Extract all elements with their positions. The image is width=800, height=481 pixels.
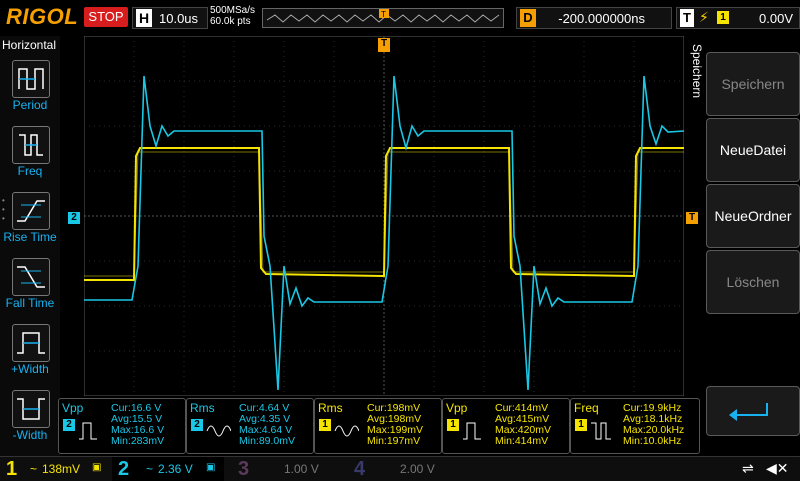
return-arrow-icon: [729, 403, 768, 421]
measurement-min: Min:197mV: [367, 435, 421, 447]
trigger-position-marker[interactable]: T: [378, 38, 390, 52]
run-stop-indicator[interactable]: STOP: [84, 7, 128, 27]
timebase-box[interactable]: H 10.0us: [132, 7, 208, 29]
channel-3-status[interactable]: 3 1.00 V: [228, 457, 340, 481]
measure-positive-width-button[interactable]: +Width: [0, 318, 60, 384]
trigger-level-marker[interactable]: T: [686, 212, 698, 224]
new-folder-button[interactable]: NeueOrdner: [706, 184, 800, 248]
channel-scale: 2.36 V: [158, 462, 193, 476]
channel-number: 1: [6, 458, 18, 480]
channel-4-status[interactable]: 4 2.00 V: [344, 457, 456, 481]
bandwidth-limit-icon: ▣: [206, 462, 216, 473]
save-button[interactable]: Speichern: [706, 52, 800, 116]
measurement-rms-ch1[interactable]: Rms 1 Cur:198mV Avg:198mV Max:199mV Min:…: [314, 398, 442, 454]
rms-icon: [206, 425, 231, 437]
measurement-name: Rms: [318, 401, 343, 415]
acquisition-info: 500MSa/s 60.0k pts: [210, 5, 255, 27]
rise-time-label: Rise Time: [3, 230, 57, 244]
rise-time-icon: [12, 192, 50, 230]
measurement-name: Rms: [190, 401, 215, 415]
measurement-freq-ch1[interactable]: Freq 1 Cur:19.9kHz Avg:18.1kHz Max:20.0k…: [570, 398, 700, 454]
delay-label: D: [520, 9, 536, 27]
positive-width-icon: [12, 324, 50, 362]
channel-status-bar: 1 ~ 138mV ▣ 2 ~ 2.36 V ▣ 3 1.00 V 4 2.00…: [0, 456, 800, 481]
rising-edge-icon: ⚡: [699, 9, 709, 25]
ch2-offset-marker[interactable]: 2: [68, 212, 80, 224]
memory-overview-bar[interactable]: T: [262, 8, 504, 28]
horizontal-measure-menu: Horizontal Period Freq Rise Time Fall Ti…: [0, 36, 60, 456]
vpp-icon: [463, 422, 481, 440]
negative-width-icon: [12, 390, 50, 428]
ac-coupling-icon: ~: [30, 462, 38, 476]
timebase-value: 10.0us: [159, 11, 199, 26]
right-menu-title: Speichern: [690, 44, 704, 99]
sample-rate: 500MSa/s: [210, 5, 256, 16]
delay-value: -200.000000ns: [558, 11, 645, 26]
trigger-label: T: [680, 9, 694, 27]
measurement-name: Vpp: [62, 401, 84, 415]
channel-1-status[interactable]: 1 ~ 138mV ▣: [0, 457, 110, 481]
trigger-source: 1: [717, 11, 729, 24]
measurement-source: 2: [191, 419, 203, 431]
delete-button[interactable]: Löschen: [706, 250, 800, 314]
channel-scale: 138mV: [42, 462, 81, 476]
measure-rise-time-button[interactable]: Rise Time: [0, 186, 60, 252]
measurement-min: Min:414mV: [495, 435, 549, 447]
measurement-min: Min:283mV: [111, 435, 165, 447]
frequency-icon: [12, 126, 50, 164]
trigger-level: 0.00V: [759, 11, 793, 26]
measurement-name: Vpp: [446, 401, 468, 415]
measurement-source: 1: [319, 419, 331, 431]
menu-title: Horizontal: [2, 38, 57, 52]
speaker-muted-icon[interactable]: ◀✕: [766, 460, 789, 477]
measure-fall-time-button[interactable]: Fall Time: [0, 252, 60, 318]
channel-number: 3: [238, 458, 250, 480]
waveform-grid[interactable]: [83, 35, 685, 397]
measurement-vpp-ch1[interactable]: Vpp 1 Cur:414mV Avg:415mV Max:420mV Min:…: [442, 398, 570, 454]
measurement-min: Min:89.0mV: [239, 435, 296, 447]
rms-icon: [334, 425, 359, 437]
measurement-rms-ch2[interactable]: Rms 2 Cur:4.64 V Avg:4.35 V Max:4.64 V M…: [186, 398, 314, 454]
memory-depth: 60.0k pts: [210, 16, 251, 27]
usb-icon: ⇌: [742, 460, 754, 476]
rigol-logo: RIGOL: [6, 4, 79, 29]
fall-time-label: Fall Time: [5, 296, 55, 310]
positive-width-label: +Width: [11, 362, 49, 376]
bandwidth-limit-icon: ▣: [92, 462, 102, 473]
frequency-icon: [591, 422, 611, 440]
vpp-icon: [79, 422, 97, 440]
top-status-bar: RIGOL STOP H 10.0us 500MSa/s 60.0k pts T…: [0, 0, 800, 36]
channel-2-status[interactable]: 2 ~ 2.36 V ▣: [112, 457, 224, 481]
measure-freq-button[interactable]: Freq: [0, 120, 60, 186]
period-icon: [12, 60, 50, 98]
channel-number: 4: [354, 458, 366, 480]
delay-box[interactable]: D -200.000000ns: [516, 7, 672, 29]
channel-scale: 2.00 V: [400, 462, 435, 476]
new-file-button[interactable]: NeueDatei: [706, 118, 800, 182]
freq-label: Freq: [17, 164, 43, 178]
return-button[interactable]: [706, 386, 800, 436]
fall-time-icon: [12, 258, 50, 296]
memory-overview-waveform: T: [266, 9, 500, 23]
measurement-name: Freq: [574, 401, 599, 415]
measurement-min: Min:10.0kHz: [623, 435, 682, 447]
trigger-box[interactable]: T ⚡ 1 0.00V: [676, 7, 800, 29]
channel-number: 2: [118, 458, 130, 480]
measurement-source: 2: [63, 419, 75, 431]
measurement-vpp-ch2[interactable]: Vpp 2 Cur:16.6 V Avg:15.5 V Max:16.6 V M…: [58, 398, 186, 454]
ac-coupling-icon: ~: [146, 462, 154, 476]
memory-trigger-marker: T: [381, 10, 386, 19]
period-label: Period: [12, 98, 48, 112]
menu-page-dots: • • •: [2, 196, 5, 223]
channel-scale: 1.00 V: [284, 462, 319, 476]
negative-width-label: -Width: [12, 428, 48, 442]
measure-period-button[interactable]: Period: [0, 54, 60, 120]
waveform-display: [83, 35, 685, 397]
measurement-source: 1: [575, 419, 587, 431]
measure-negative-width-button[interactable]: -Width: [0, 384, 60, 450]
timebase-label: H: [136, 9, 152, 27]
measurement-source: 1: [447, 419, 459, 431]
